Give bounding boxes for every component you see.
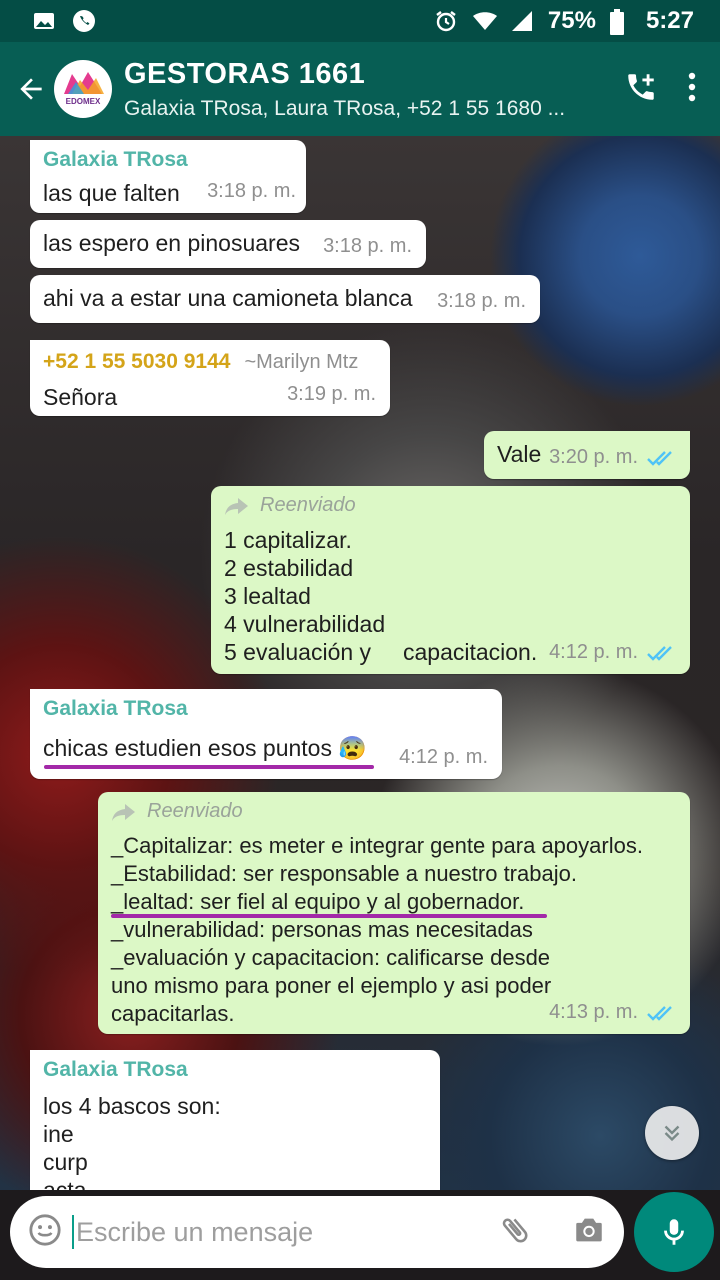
- chat-header: EDOMEX GESTORAS 1661 Galaxia TRosa, Laur…: [0, 42, 720, 136]
- mic-button[interactable]: [634, 1192, 714, 1272]
- message-bubble[interactable]: +52 1 55 5030 9144 ~Marilyn Mtz Señora 3…: [30, 340, 390, 416]
- attach-icon[interactable]: [498, 1213, 532, 1252]
- sender-name: Galaxia TRosa: [43, 1058, 188, 1081]
- scroll-down-icon: [664, 1125, 680, 1142]
- message-text: ahi va a estar una camioneta blanca: [43, 285, 413, 311]
- message-time: 3:18 p. m.: [207, 180, 296, 202]
- back-arrow-icon[interactable]: [8, 66, 54, 112]
- message-line: _lealtad: ser fiel al equipo y al gobern…: [111, 889, 525, 914]
- chat-title: GESTORAS 1661: [124, 57, 366, 90]
- avatar-text: EDOMEX: [66, 97, 101, 106]
- read-ticks-icon: [647, 1005, 672, 1021]
- message-line: _Estabilidad: ser responsable a nuestro …: [111, 861, 577, 886]
- message-bubble[interactable]: Galaxia TRosa chicas estudien esos punto…: [30, 689, 502, 779]
- message-bubble[interactable]: Galaxia TRosa las que falten 3:18 p. m.: [30, 140, 306, 213]
- message-bubble[interactable]: las espero en pinosuares 3:18 p. m.: [30, 220, 426, 268]
- message-line: uno mismo para poner el ejemplo y asi po…: [111, 973, 552, 998]
- message-line: 4 vulnerabilidad: [224, 611, 386, 637]
- message-line: _vulnerabilidad: personas mas necesitada…: [111, 917, 533, 942]
- forward-icon: [225, 497, 248, 515]
- alarm-icon: [434, 9, 458, 33]
- read-ticks-icon: [647, 645, 672, 661]
- wifi-icon: [472, 9, 497, 33]
- battery-percent: 75%: [547, 7, 596, 34]
- chat-area[interactable]: Galaxia TRosa las que falten 3:18 p. m. …: [0, 136, 720, 1190]
- battery-icon: [609, 9, 624, 35]
- clock: 5:27: [645, 7, 694, 34]
- sender-alias: ~Marilyn Mtz: [244, 351, 359, 373]
- message-text: las que falten: [43, 180, 180, 206]
- message-line: 5 evaluación y capacitacion.: [224, 639, 538, 665]
- message-line: acta: [43, 1177, 87, 1190]
- mic-icon: [664, 1219, 684, 1245]
- text-caret: [72, 1215, 74, 1249]
- message-time: 4:12 p. m.: [549, 641, 638, 663]
- read-ticks-icon: [647, 450, 672, 466]
- camera-icon[interactable]: [572, 1213, 606, 1252]
- signal-icon: [510, 9, 534, 33]
- message-text: Señora: [43, 384, 118, 410]
- group-avatar[interactable]: EDOMEX: [54, 60, 112, 118]
- message-text: chicas estudien esos puntos 😰: [43, 735, 367, 761]
- sender-number[interactable]: +52 1 55 5030 9144: [43, 350, 230, 374]
- message-input-placeholder: Escribe un mensaje: [76, 1216, 314, 1247]
- chat-title-block[interactable]: GESTORAS 1661 Galaxia TRosa, Laura TRosa…: [124, 58, 584, 121]
- composer: Escribe un mensaje: [0, 1190, 720, 1280]
- message-time: 3:20 p. m.: [549, 446, 638, 468]
- chat-participants: Galaxia TRosa, Laura TRosa, +52 1 55 168…: [124, 96, 566, 120]
- message-bubble[interactable]: Reenviado 1 capitalizar. 2 estabilidad 3…: [211, 486, 690, 674]
- message-bubble[interactable]: Reenviado _Capitalizar: es meter e integ…: [98, 792, 690, 1034]
- message-text: Vale: [497, 441, 542, 467]
- message-line: ine: [43, 1121, 74, 1147]
- add-call-icon[interactable]: [624, 70, 658, 109]
- message-time: 4:12 p. m.: [399, 746, 488, 768]
- sender-name: Galaxia TRosa: [43, 697, 188, 720]
- forward-icon: [112, 803, 135, 821]
- message-line: 3 lealtad: [224, 583, 311, 609]
- message-bubble[interactable]: Galaxia TRosa los 4 bascos son: ine curp…: [30, 1050, 440, 1190]
- forwarded-label: Reenviado: [260, 494, 356, 516]
- message-time: 3:18 p. m.: [323, 235, 412, 257]
- scroll-down-button[interactable]: [645, 1106, 699, 1160]
- message-bubble[interactable]: ahi va a estar una camioneta blanca 3:18…: [30, 275, 540, 323]
- status-bar: 75% 5:27: [0, 0, 720, 42]
- sender-name: Galaxia TRosa: [43, 148, 188, 171]
- message-bubble[interactable]: Vale 3:20 p. m.: [484, 431, 690, 479]
- message-line: curp: [43, 1149, 88, 1175]
- forwarded-label: Reenviado: [147, 800, 243, 822]
- highlight-underline: [111, 914, 547, 918]
- message-line: los 4 bascos son:: [43, 1093, 221, 1119]
- image-icon: [32, 9, 56, 33]
- message-input[interactable]: Escribe un mensaje: [10, 1196, 624, 1268]
- message-time: 3:19 p. m.: [287, 383, 376, 405]
- message-line: 1 capitalizar.: [224, 527, 352, 553]
- message-text: las espero en pinosuares: [43, 230, 300, 256]
- whatsapp-icon: [72, 9, 96, 33]
- message-line: 2 estabilidad: [224, 555, 354, 581]
- message-time: 3:18 p. m.: [437, 290, 526, 312]
- highlight-underline: [44, 765, 374, 769]
- message-time: 4:13 p. m.: [549, 1001, 638, 1023]
- more-vert-icon[interactable]: [688, 72, 696, 107]
- message-line: _Capitalizar: es meter e integrar gente …: [111, 833, 643, 858]
- message-line: _evaluación y capacitacion: calificarse …: [111, 945, 551, 970]
- emoji-icon[interactable]: [28, 1213, 62, 1252]
